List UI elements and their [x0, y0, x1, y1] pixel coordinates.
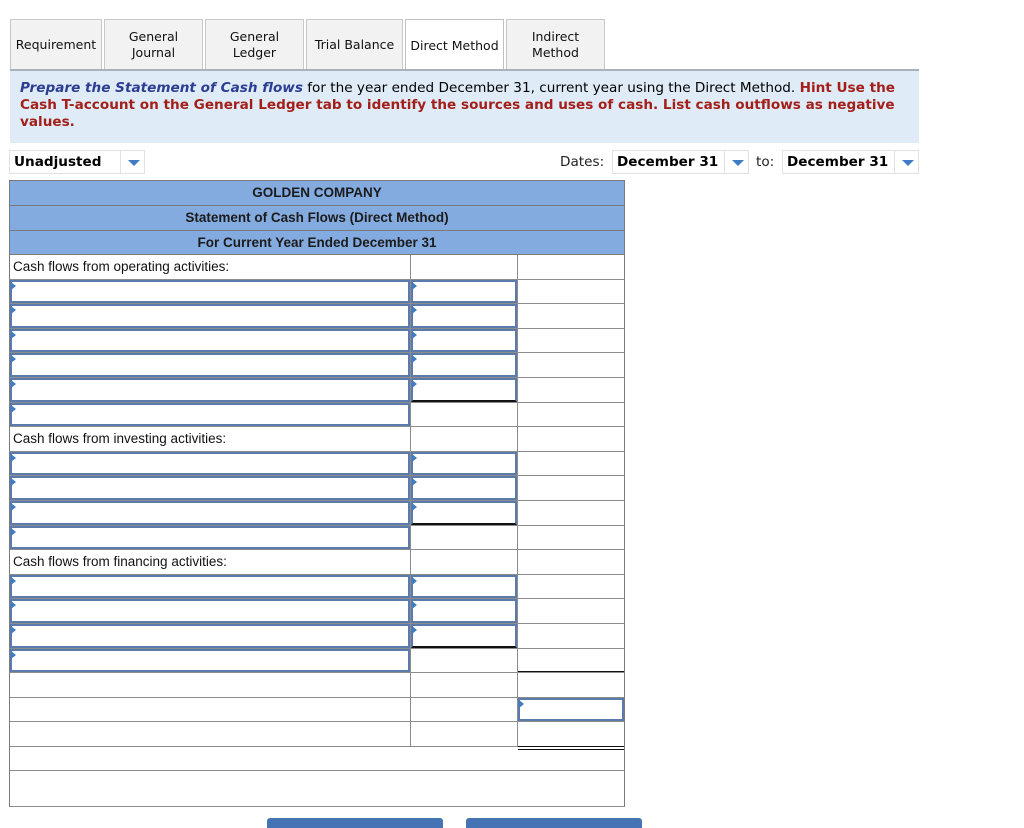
- investing-item-input[interactable]: [10, 451, 410, 476]
- section-header-row: Cash flows from investing activities:: [9, 427, 625, 452]
- section-header-row: Cash flows from operating activities:: [9, 255, 625, 280]
- operating-amount-input[interactable]: [411, 328, 517, 353]
- cash-flow-statement: GOLDEN COMPANY Statement of Cash Flows (…: [9, 180, 625, 808]
- table-row: [9, 304, 625, 329]
- operating-amount-input[interactable]: [411, 377, 517, 402]
- date-from-select[interactable]: December 31: [612, 150, 749, 174]
- operating-item-input[interactable]: [10, 328, 410, 353]
- tab-indirect-method[interactable]: Indirect Method: [506, 19, 605, 70]
- operating-total-label-input[interactable]: [10, 402, 410, 427]
- table-row: [9, 574, 625, 600]
- instructions-panel: Prepare the Statement of Cash flows for …: [10, 71, 919, 143]
- investing-total-label-input[interactable]: [10, 525, 410, 550]
- tab-bar: Requirement General Journal General Ledg…: [10, 19, 607, 71]
- table-row: [9, 771, 625, 808]
- instructions-lead: Prepare the Statement of Cash flows: [20, 80, 303, 96]
- table-row: [9, 451, 625, 477]
- tab-trial-balance[interactable]: Trial Balance: [306, 19, 403, 70]
- double-underline: [518, 745, 624, 750]
- financing-amount-input[interactable]: [411, 623, 517, 648]
- operating-item-input[interactable]: [10, 304, 410, 328]
- financing-amount-input[interactable]: [411, 574, 517, 599]
- financing-item-input[interactable]: [10, 623, 410, 648]
- company-name: GOLDEN COMPANY: [9, 180, 625, 205]
- chevron-down-icon[interactable]: [894, 151, 918, 173]
- tab-general-journal[interactable]: General Journal: [104, 19, 203, 70]
- table-row: [9, 722, 625, 750]
- operating-item-input[interactable]: [10, 377, 410, 402]
- financing-amount-input[interactable]: [411, 599, 517, 623]
- chevron-down-icon[interactable]: [120, 151, 144, 173]
- dates-label: Dates:: [560, 154, 605, 170]
- date-to-value: December 31: [787, 154, 889, 170]
- financing-total-label-input[interactable]: [10, 648, 410, 673]
- prev-button[interactable]: [267, 818, 443, 828]
- date-from-value: December 31: [617, 154, 719, 170]
- table-row: [9, 525, 625, 551]
- table-row: [9, 648, 625, 674]
- investing-amount-input[interactable]: [411, 500, 517, 525]
- operating-item-input[interactable]: [10, 353, 410, 377]
- balance-type-value: Unadjusted: [14, 154, 102, 170]
- investing-activities-label: Cash flows from investing activities:: [10, 427, 411, 451]
- table-row: [9, 746, 625, 772]
- operating-item-input[interactable]: [10, 279, 410, 304]
- table-row: [9, 673, 625, 698]
- statement-period: For Current Year Ended December 31: [9, 230, 625, 255]
- table-row: [9, 623, 625, 649]
- next-button[interactable]: [466, 818, 642, 828]
- table-row: [9, 599, 625, 624]
- operating-amount-input[interactable]: [411, 304, 517, 328]
- date-to-select[interactable]: December 31: [782, 150, 919, 174]
- operating-amount-input[interactable]: [411, 353, 517, 377]
- tab-general-ledger[interactable]: General Ledger: [205, 19, 304, 70]
- financing-activities-label: Cash flows from financing activities:: [10, 550, 411, 574]
- net-change-amount-input[interactable]: [518, 697, 624, 722]
- table-row: [9, 377, 625, 403]
- operating-activities-label: Cash flows from operating activities:: [10, 255, 411, 279]
- investing-amount-input[interactable]: [411, 476, 517, 500]
- financing-item-input[interactable]: [10, 574, 410, 599]
- table-row: [9, 402, 625, 428]
- tab-direct-method[interactable]: Direct Method: [405, 19, 504, 71]
- instructions-body: for the year ended December 31, current …: [302, 80, 800, 96]
- table-row: [9, 353, 625, 378]
- section-header-row: Cash flows from financing activities:: [9, 550, 625, 575]
- investing-amount-input[interactable]: [411, 451, 517, 476]
- table-row: [9, 500, 625, 526]
- statement-title: Statement of Cash Flows (Direct Method): [9, 205, 625, 230]
- table-row: [9, 476, 625, 501]
- table-row: [9, 697, 625, 723]
- tab-requirement[interactable]: Requirement: [10, 19, 102, 70]
- chevron-down-icon[interactable]: [724, 151, 748, 173]
- investing-item-input[interactable]: [10, 500, 410, 525]
- table-row: [9, 328, 625, 354]
- table-row: [9, 279, 625, 305]
- financing-item-input[interactable]: [10, 599, 410, 623]
- investing-item-input[interactable]: [10, 476, 410, 500]
- operating-amount-input[interactable]: [411, 279, 517, 304]
- balance-type-select[interactable]: Unadjusted: [9, 150, 145, 174]
- to-label: to:: [756, 154, 775, 170]
